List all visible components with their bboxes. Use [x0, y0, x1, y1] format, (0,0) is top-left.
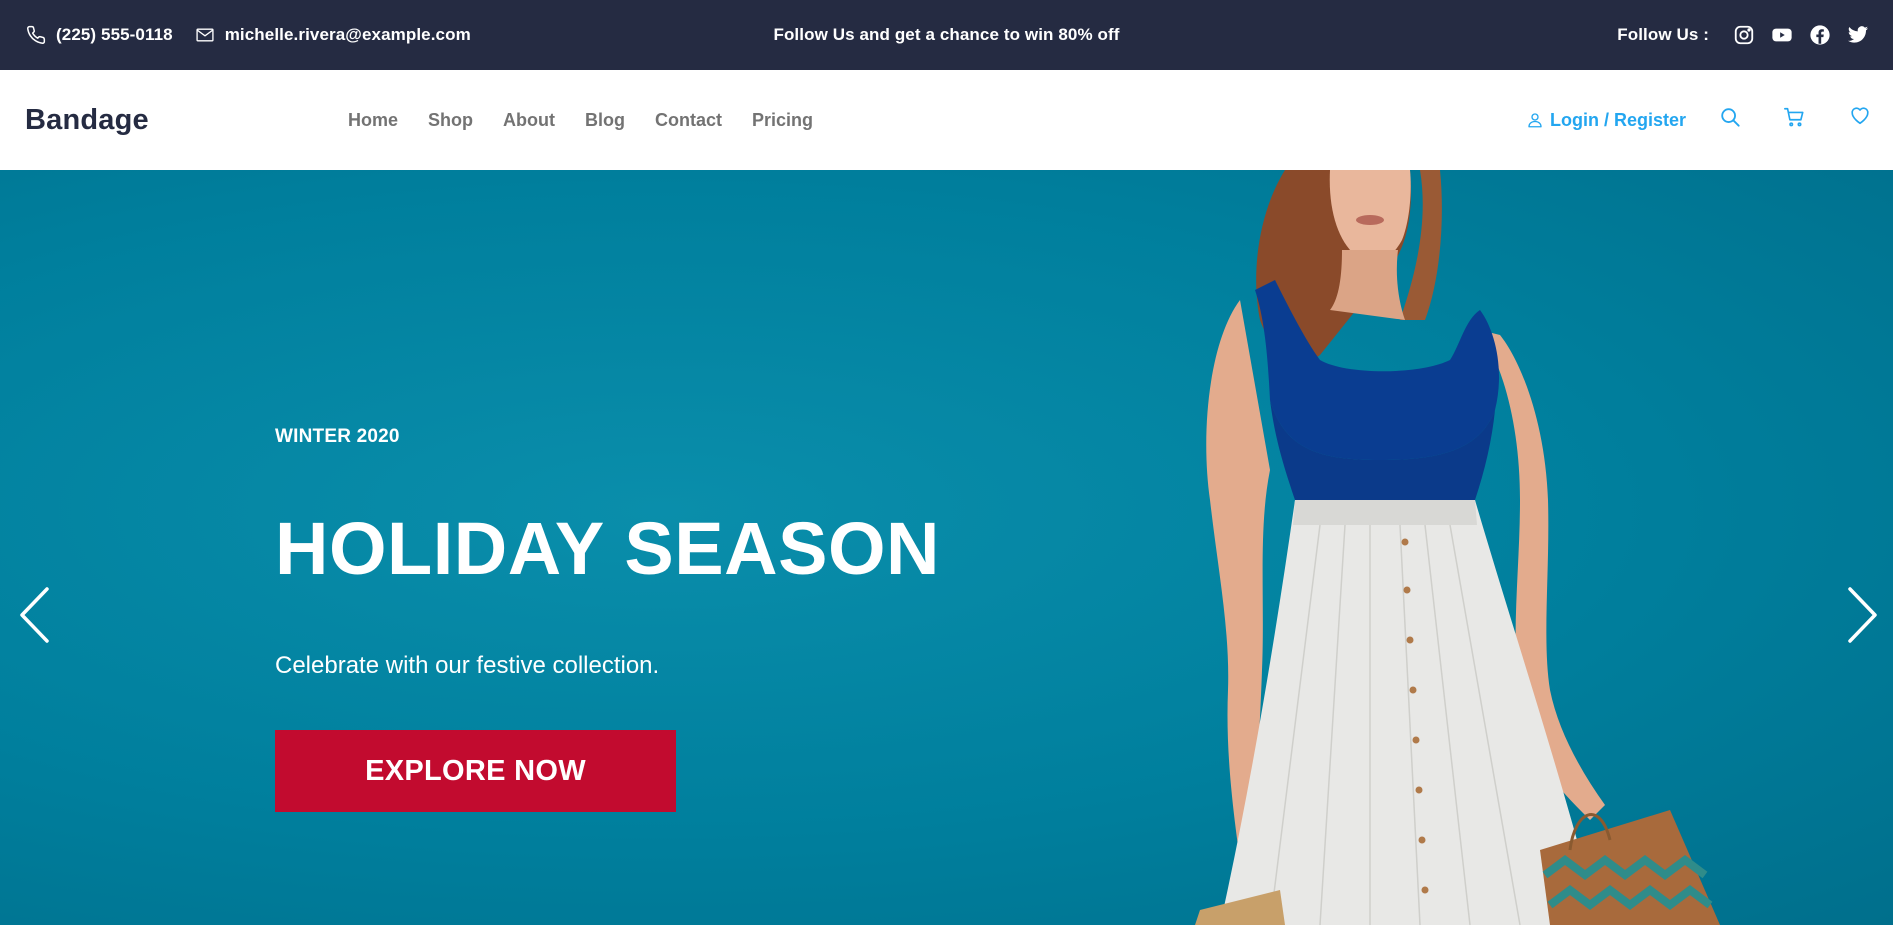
nav-link-pricing[interactable]: Pricing	[752, 110, 813, 131]
follow-us-label: Follow Us :	[1617, 25, 1709, 44]
hero-subtitle: Celebrate with our festive collection.	[275, 652, 660, 679]
phone-number: (225) 555-0118	[56, 25, 173, 44]
explore-now-button[interactable]: EXPLORE NOW	[275, 730, 676, 812]
hero-headline: HOLIDAY SEASON	[275, 507, 940, 590]
chevron-left-icon	[14, 585, 54, 645]
heart-icon[interactable]	[1849, 104, 1871, 126]
youtube-icon[interactable]	[1771, 24, 1793, 46]
chevron-right-icon	[1843, 585, 1883, 645]
twitter-icon[interactable]	[1847, 24, 1869, 46]
slider-prev-button[interactable]	[14, 585, 54, 645]
login-register-link[interactable]: Login / Register	[1526, 110, 1686, 131]
hero-slider: WINTER 2020 HOLIDAY SEASON Celebrate wit…	[0, 170, 1893, 925]
user-icon	[1526, 111, 1544, 129]
email-link[interactable]: michelle.rivera@example.com	[195, 25, 471, 45]
nav-link-about[interactable]: About	[503, 110, 555, 131]
slider-next-button[interactable]	[1843, 585, 1883, 645]
cart-icon[interactable]	[1783, 106, 1805, 128]
email-address: michelle.rivera@example.com	[224, 25, 471, 44]
top-bar: (225) 555-0118 michelle.rivera@example.c…	[0, 0, 1893, 70]
hero-season-label: WINTER 2020	[275, 426, 400, 447]
social-section: Follow Us :	[1617, 0, 1869, 70]
main-navbar: Bandage Home Shop About Blog Contact Pri…	[0, 70, 1893, 170]
login-register-label: Login / Register	[1549, 109, 1686, 130]
brand-logo[interactable]: Bandage	[25, 104, 149, 137]
contact-info: (225) 555-0118 michelle.rivera@example.c…	[26, 25, 471, 45]
phone-icon	[26, 25, 46, 45]
mail-icon	[195, 25, 215, 45]
hero-model-image	[1195, 170, 1720, 925]
nav-link-blog[interactable]: Blog	[585, 110, 625, 131]
main-menu: Home Shop About Blog Contact Pricing	[348, 110, 813, 131]
promo-text: Follow Us and get a chance to win 80% of…	[773, 25, 1120, 44]
instagram-icon[interactable]	[1733, 24, 1755, 46]
nav-link-contact[interactable]: Contact	[655, 110, 722, 131]
search-icon[interactable]	[1719, 106, 1741, 128]
nav-link-shop[interactable]: Shop	[428, 110, 473, 131]
nav-link-home[interactable]: Home	[348, 110, 398, 131]
social-links	[1733, 24, 1869, 46]
facebook-icon[interactable]	[1809, 24, 1831, 46]
phone-link[interactable]: (225) 555-0118	[26, 25, 173, 45]
